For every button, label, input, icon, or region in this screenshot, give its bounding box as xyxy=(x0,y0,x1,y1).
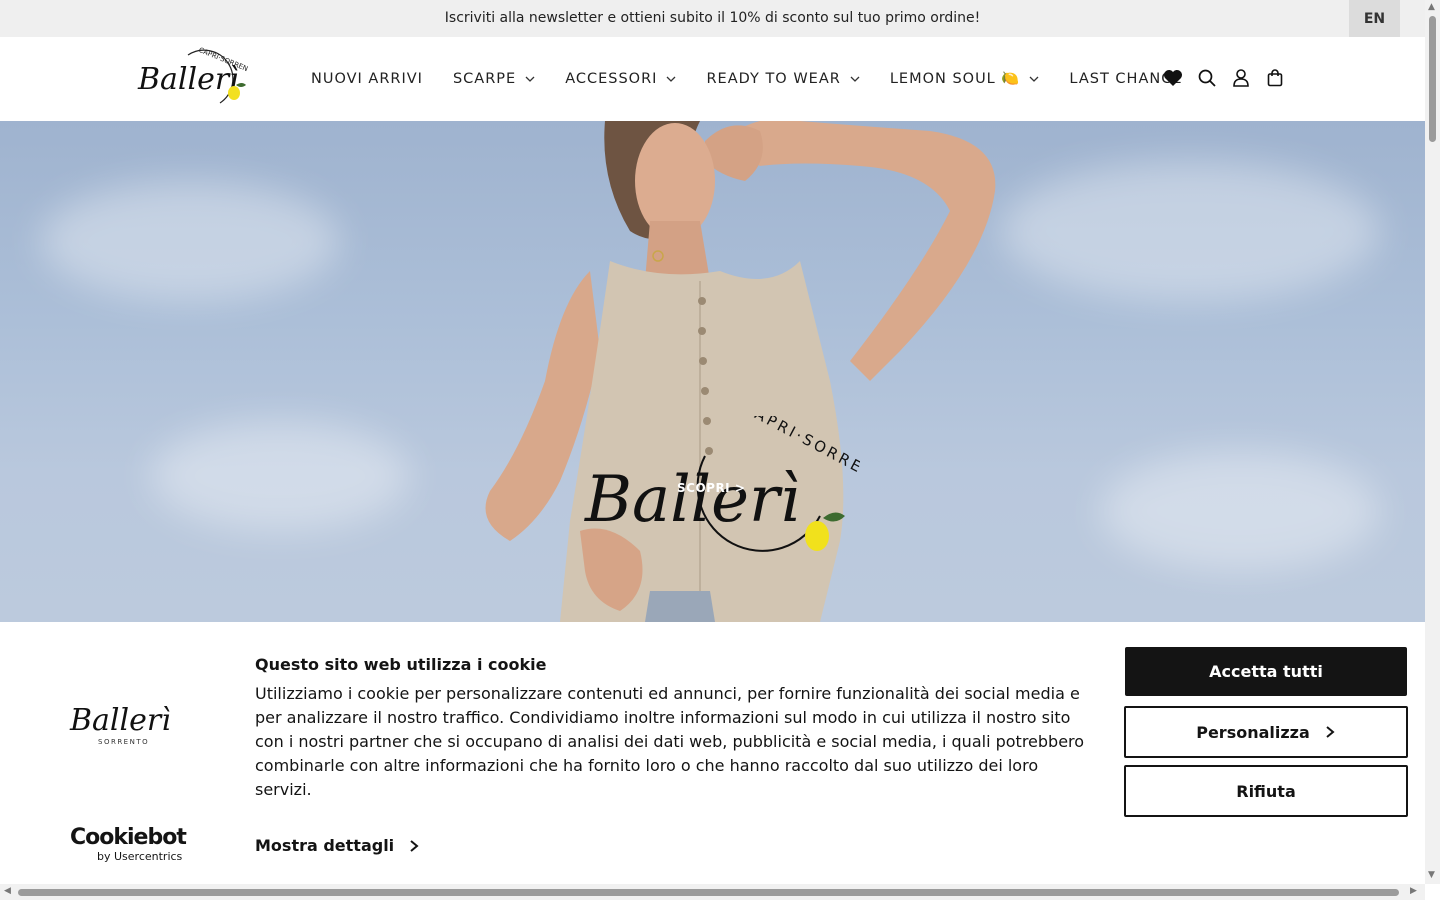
vertical-scrollbar[interactable]: ▲ ▼ xyxy=(1425,0,1440,884)
user-icon xyxy=(1233,69,1249,87)
cookie-logo-tagline: SORRENTO xyxy=(98,738,149,746)
nav-item-accessori[interactable]: ACCESSORI xyxy=(565,71,676,87)
cookiebot-name: Cookiebot xyxy=(70,825,187,850)
scroll-down-icon[interactable]: ▼ xyxy=(1428,870,1435,880)
nav-label: SCARPE xyxy=(452,70,517,87)
scroll-up-icon[interactable]: ▲ xyxy=(1428,2,1435,12)
nav-label: ACCESSORI xyxy=(565,70,658,87)
cookie-description: Utilizziamo i cookie per personalizzare … xyxy=(255,684,1085,799)
hero-banner[interactable]: CAPRI·SORRENTO Ballerì SCOPRI > xyxy=(0,121,1425,622)
header-actions xyxy=(1162,67,1298,89)
hero-logo-wordmark: Ballerì xyxy=(584,463,800,537)
nav-item-nuovi-arrivi[interactable]: NUOVI ARRIVI xyxy=(311,71,423,87)
announcement-text[interactable]: Iscriviti alla newsletter e ottieni subi… xyxy=(0,10,1425,26)
nav-label: NUOVI ARRIVI xyxy=(311,70,423,87)
chevron-down-icon xyxy=(666,76,676,82)
nav-label: LEMON SOUL 🍋 xyxy=(889,71,1021,87)
vertical-scroll-thumb[interactable] xyxy=(1429,16,1436,142)
chevron-down-icon xyxy=(525,76,535,82)
cookie-logo-wordmark: Ballerì xyxy=(69,703,171,738)
nav-item-lemon-soul[interactable]: LEMON SOUL 🍋 xyxy=(890,70,1040,87)
heart-icon xyxy=(1164,70,1182,86)
search-button[interactable] xyxy=(1196,67,1218,89)
bag-icon xyxy=(1267,69,1283,87)
account-button[interactable] xyxy=(1230,67,1252,89)
cookiebot-logo: Cookiebot by Usercentrics xyxy=(70,825,187,864)
nav-item-scarpe[interactable]: SCARPE xyxy=(453,71,535,87)
customize-button[interactable]: Personalizza xyxy=(1124,706,1408,758)
customize-label: Personalizza xyxy=(1196,722,1310,742)
show-details-link[interactable]: Mostra dettagli xyxy=(255,836,420,855)
chevron-right-icon xyxy=(1326,726,1335,738)
cookie-title: Questo sito web utilizza i cookie xyxy=(255,655,547,674)
accept-all-button[interactable]: Accetta tutti xyxy=(1125,647,1407,696)
cookie-consent-banner: Ballerì SORRENTO Questo sito web utilizz… xyxy=(0,622,1425,884)
cookiebot-byline: by Usercentrics xyxy=(97,850,183,863)
chevron-down-icon xyxy=(850,76,860,82)
nav-item-ready-to-wear[interactable]: READY TO WEAR xyxy=(706,70,860,87)
scroll-left-icon[interactable]: ◀ xyxy=(4,886,11,896)
wishlist-button[interactable] xyxy=(1162,67,1184,89)
chevron-down-icon xyxy=(1029,76,1039,82)
main-nav: NUOVI ARRIVI SCARPE ACCESSORI READY TO W… xyxy=(311,70,1213,88)
language-switcher[interactable]: EN xyxy=(1349,0,1400,37)
horizontal-scroll-thumb[interactable] xyxy=(18,889,1399,896)
hero-brand-logo: CAPRI·SORRENTO Ballerì xyxy=(584,416,860,552)
logo-wordmark: Ballerì xyxy=(137,62,239,97)
cart-button[interactable] xyxy=(1264,67,1286,89)
cookie-brand-logo: Ballerì SORRENTO xyxy=(69,703,171,746)
horizontal-scrollbar[interactable]: ◀ ▶ xyxy=(0,884,1425,900)
show-details-label: Mostra dettagli xyxy=(255,836,395,855)
announcement-bar: Iscriviti alla newsletter e ottieni subi… xyxy=(0,0,1425,37)
brand-logo[interactable]: CAPRI·SORRENTO Ballerì xyxy=(136,47,248,111)
nav-label: READY TO WEAR xyxy=(706,70,841,87)
discover-link[interactable]: SCOPRI > xyxy=(677,481,745,495)
scroll-right-icon[interactable]: ▶ xyxy=(1410,886,1417,896)
chevron-right-icon xyxy=(410,839,419,852)
search-icon xyxy=(1198,69,1216,87)
site-header: CAPRI·SORRENTO Ballerì NUOVI ARRIVI SCAR… xyxy=(0,37,1425,121)
reject-button[interactable]: Rifiuta xyxy=(1124,765,1408,817)
